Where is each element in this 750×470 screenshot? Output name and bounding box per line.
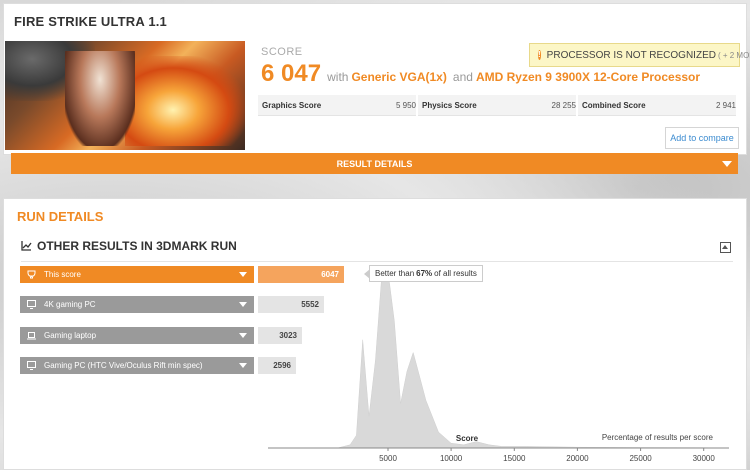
chevron-down-icon[interactable] xyxy=(239,363,247,368)
row-this-score[interactable]: This score xyxy=(20,266,254,283)
row-value: 3023 xyxy=(258,327,302,344)
chevron-down-icon[interactable] xyxy=(239,302,247,307)
desktop-icon xyxy=(27,300,36,309)
better-prefix: Better than xyxy=(375,269,415,278)
row-gaming-pc-vr-min-spec[interactable]: Gaming PC (HTC Vive/Oculus Rift min spec… xyxy=(20,357,254,374)
row-4k-gaming-pc[interactable]: 4K gaming PC xyxy=(20,296,254,313)
x-tick-label: 10000 xyxy=(440,454,463,463)
x-tick-label: 15000 xyxy=(503,454,526,463)
plot-background xyxy=(258,262,729,450)
row-gaming-laptop[interactable]: Gaming laptop xyxy=(20,327,254,344)
x-tick-label: 30000 xyxy=(693,454,716,463)
row-value: 6047 xyxy=(258,266,344,283)
score-distribution-chart: 5000 10000 15000 20000 25000 30000 Score Perc… xyxy=(258,262,730,463)
x-ticks: 5000 10000 15000 20000 25000 30000 xyxy=(379,448,715,463)
trophy-icon xyxy=(27,270,36,279)
better-suffix: of all results xyxy=(434,269,477,278)
chevron-down-icon[interactable] xyxy=(239,272,247,277)
x-axis-label: Score xyxy=(456,434,479,443)
row-value: 2596 xyxy=(258,357,296,374)
desktop-icon xyxy=(27,361,36,370)
better-than-tooltip: Better than 67% of all results xyxy=(364,265,483,282)
x-tick-label: 20000 xyxy=(566,454,589,463)
x-tick-label: 5000 xyxy=(379,454,397,463)
laptop-icon xyxy=(27,332,36,340)
chevron-down-icon[interactable] xyxy=(239,333,247,338)
row-label: This score xyxy=(44,270,81,279)
row-label: Gaming PC (HTC Vive/Oculus Rift min spec… xyxy=(44,361,203,370)
row-label: Gaming laptop xyxy=(44,331,97,340)
better-percent: 67% xyxy=(416,269,433,278)
row-label: 4K gaming PC xyxy=(44,300,96,309)
row-value: 5552 xyxy=(258,296,324,313)
y-axis-label: Percentage of results per score xyxy=(602,433,714,442)
x-tick-label: 25000 xyxy=(629,454,652,463)
